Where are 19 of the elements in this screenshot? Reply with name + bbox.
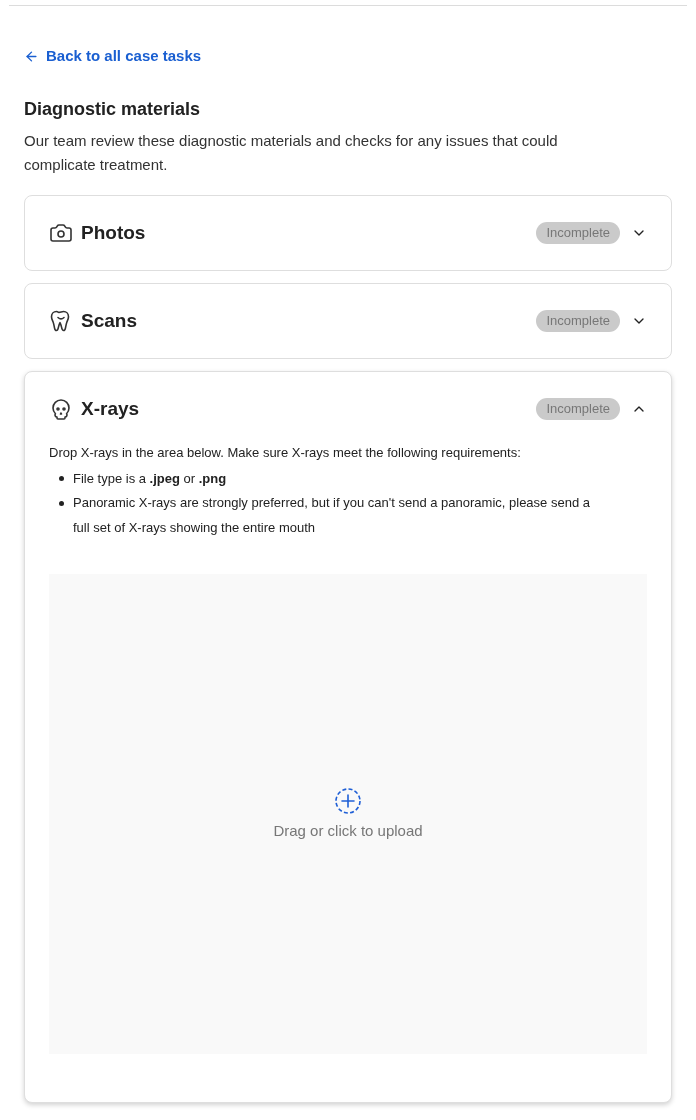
- section-title: X-rays: [81, 396, 140, 421]
- back-link[interactable]: Back to all case tasks: [24, 46, 202, 66]
- section-title: Photos: [81, 220, 146, 245]
- upload-hint-text: Drag or click to upload: [273, 822, 423, 840]
- page-description: Our team review these diagnostic materials and checks for any issues that could complicate treatment.: [24, 130, 559, 175]
- status-badge: Incomplete: [536, 397, 620, 420]
- skull-icon: [49, 396, 73, 421]
- section-title: Scans: [81, 308, 137, 333]
- requirement-text: Panoramic X-rays are strongly preferred, but if you can't send a panoramic, please send a full set of X-rays showing the entire mouth: [73, 494, 591, 537]
- arrow-left-icon: [24, 48, 39, 64]
- status-badge: Incomplete: [536, 309, 620, 332]
- bullet-icon: [58, 476, 64, 482]
- status-badge: Incomplete: [536, 221, 620, 244]
- add-icon: [335, 788, 361, 814]
- instructions-text: Drop X-rays in the area below. Make sure X-rays meet the following requirements:: [49, 443, 522, 462]
- bullet-icon: [58, 500, 64, 506]
- page-heading: Diagnostic materials: [24, 97, 202, 121]
- upload-dropzone[interactable]: Drag or click to upload: [49, 574, 647, 1054]
- requirement-text: File type is a .jpeg or .png: [73, 469, 227, 488]
